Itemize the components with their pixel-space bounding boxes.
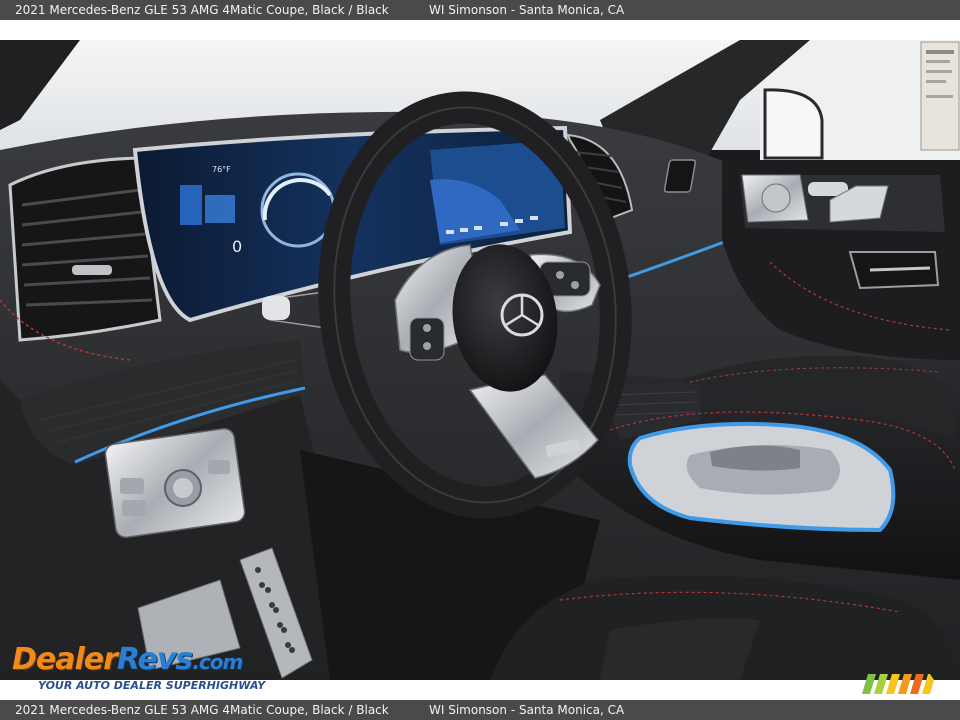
cluster-speed: 0 [232, 237, 242, 256]
vehicle-title: 2021 Mercedes-Benz GLE 53 AMG 4Matic Cou… [15, 3, 389, 17]
dealer-name-bottom: WI Simonson - Santa Monica, CA [429, 703, 625, 717]
dealerrevs-logo: DealerRevs.com [12, 642, 243, 680]
caption-bar-bottom: 2021 Mercedes-Benz GLE 53 AMG 4Matic Cou… [0, 700, 960, 720]
vehicle-photo: 0 76°F [0, 40, 960, 680]
cluster-temp: 76°F [212, 165, 231, 174]
logo-com-text: .com [192, 650, 243, 674]
dealer-name: WI Simonson - Santa Monica, CA [429, 3, 625, 17]
logo-revs-text: Revs [116, 642, 193, 677]
caption-bar-top: 2021 Mercedes-Benz GLE 53 AMG 4Matic Cou… [0, 0, 960, 20]
logo-dealer-text: Dealer [12, 642, 118, 677]
vehicle-title-bottom: 2021 Mercedes-Benz GLE 53 AMG 4Matic Cou… [15, 703, 389, 717]
speed-stripes-icon [862, 674, 934, 694]
dealerrevs-watermark: DealerRevs.com YOUR AUTO DEALER SUPERHIG… [12, 642, 272, 694]
watermark-tagline: YOUR AUTO DEALER SUPERHIGHWAY [38, 679, 266, 692]
